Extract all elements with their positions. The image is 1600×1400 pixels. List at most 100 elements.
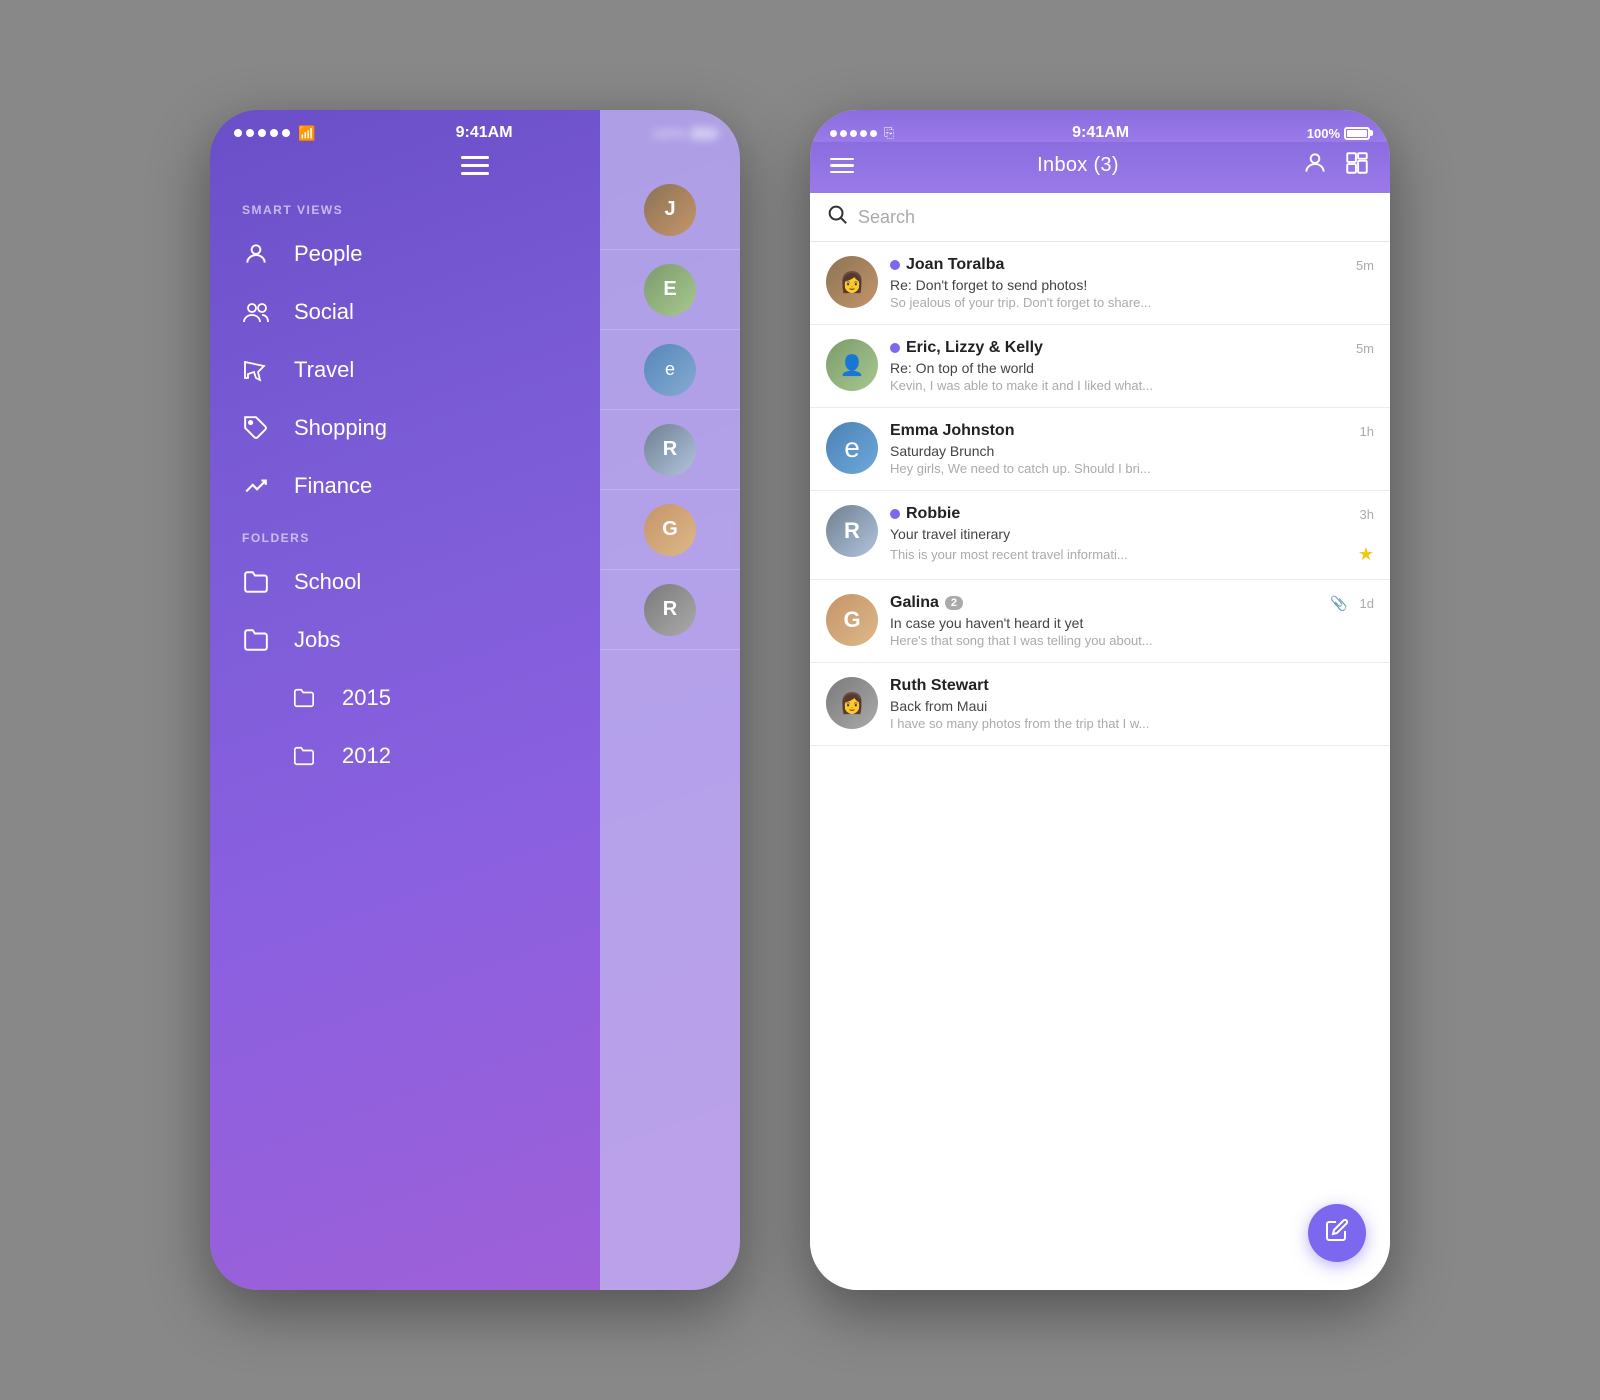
preview-avatar-5: G xyxy=(600,490,740,570)
star-icon-robbie: ★ xyxy=(1358,544,1374,565)
left-time: 9:41AM xyxy=(456,124,513,142)
email-item-joan[interactable]: 👩 Joan Toralba 5m Re: Don't forget to se… xyxy=(810,242,1390,325)
folder-school-icon xyxy=(242,569,270,595)
sender-row-eric: Eric, Lizzy & Kelly xyxy=(890,339,1043,357)
email-content-emma: Emma Johnston 1h Saturday Brunch Hey gir… xyxy=(890,422,1374,476)
galina-sender-row: Galina 2 xyxy=(890,594,963,612)
profile-icon[interactable] xyxy=(1302,150,1328,181)
sender-emma: Emma Johnston xyxy=(890,422,1014,440)
time-robbie: 3h xyxy=(1360,507,1374,522)
email-item-ruth[interactable]: 👩 Ruth Stewart Back from Maui I have so … xyxy=(810,663,1390,746)
inbox-panel-preview: J E e R G R xyxy=(600,110,740,1290)
preview-avatar-robbie: R xyxy=(644,424,696,476)
time-emma: 1h xyxy=(1360,424,1374,439)
email-item-emma[interactable]: e Emma Johnston 1h Saturday Brunch Hey g… xyxy=(810,408,1390,491)
email-item-robbie[interactable]: R Robbie 3h Your travel itinerary This i… xyxy=(810,491,1390,580)
tag-icon xyxy=(242,415,270,441)
sidebar-people-label: People xyxy=(294,241,363,267)
right-status-bar: ⎘ 9:41AM 100% xyxy=(810,110,1390,142)
paperclip-icon-galina: 📎 xyxy=(1330,595,1347,612)
dot1 xyxy=(830,130,837,137)
email-item-galina[interactable]: G Galina 2 📎 1d In case yo xyxy=(810,580,1390,663)
sidebar-shopping-label: Shopping xyxy=(294,415,387,441)
compose-button[interactable] xyxy=(1308,1204,1366,1262)
folder-jobs-icon xyxy=(242,627,270,653)
preview-avatar-3: e xyxy=(600,330,740,410)
email-content-galina: Galina 2 📎 1d In case you haven't heard … xyxy=(890,594,1374,648)
sidebar-2012-label: 2012 xyxy=(342,743,391,769)
email-list: 👩 Joan Toralba 5m Re: Don't forget to se… xyxy=(810,242,1390,1290)
right-hamburger-button[interactable] xyxy=(830,158,854,174)
preview-galina: Here's that song that I was telling you … xyxy=(890,633,1374,648)
right-ham-line3 xyxy=(830,171,854,174)
layout-icon[interactable] xyxy=(1344,150,1370,181)
header-icons xyxy=(1302,150,1370,181)
subject-ruth: Back from Maui xyxy=(890,698,1374,714)
sender-robbie: Robbie xyxy=(906,505,960,523)
folder-2012-icon xyxy=(290,745,318,767)
email-content-robbie: Robbie 3h Your travel itinerary This is … xyxy=(890,505,1374,565)
wifi-icon: 📶 xyxy=(298,125,315,142)
dot5 xyxy=(870,130,877,137)
sidebar-jobs-label: Jobs xyxy=(294,627,340,653)
preview-robbie: This is your most recent travel informat… xyxy=(890,547,1128,562)
galina-time-row: 📎 1d xyxy=(1330,595,1374,612)
chart-icon xyxy=(242,473,270,499)
sender-row-robbie: Robbie xyxy=(890,505,960,523)
preview-emma: Hey girls, We need to catch up. Should I… xyxy=(890,461,1374,476)
robbie-bottom-row: This is your most recent travel informat… xyxy=(890,544,1374,565)
sender-ruth: Ruth Stewart xyxy=(890,677,989,695)
count-badge-galina: 2 xyxy=(945,596,963,610)
email-content-joan: Joan Toralba 5m Re: Don't forget to send… xyxy=(890,256,1374,310)
group-icon xyxy=(242,300,270,324)
sender-eric: Eric, Lizzy & Kelly xyxy=(906,339,1043,357)
sidebar-travel-label: Travel xyxy=(294,357,354,383)
time-eric: 5m xyxy=(1356,341,1374,356)
hamburger-line-2 xyxy=(461,164,489,167)
preview-avatar-4: R xyxy=(600,410,740,490)
preview-avatar-6: R xyxy=(600,570,740,650)
sidebar-finance-label: Finance xyxy=(294,473,372,499)
subject-robbie: Your travel itinerary xyxy=(890,526,1374,542)
preview-avatar-galina: G xyxy=(644,504,696,556)
right-battery: 100% xyxy=(1307,126,1370,141)
signal-dots: 📶 xyxy=(234,125,315,142)
preview-avatar-2: E xyxy=(600,250,740,330)
right-ham-line1 xyxy=(830,158,854,161)
subject-joan: Re: Don't forget to send photos! xyxy=(890,277,1374,293)
email-top-eric: Eric, Lizzy & Kelly 5m xyxy=(890,339,1374,357)
dot4 xyxy=(860,130,867,137)
avatar-joan: 👩 xyxy=(826,256,878,308)
preview-avatar-eric: E xyxy=(644,264,696,316)
right-signal: ⎘ xyxy=(830,125,894,141)
search-input[interactable]: Search xyxy=(858,207,1374,228)
header-top-row: Inbox (3) xyxy=(830,150,1370,181)
avatar-eric: 👤 xyxy=(826,339,878,391)
dot3 xyxy=(850,130,857,137)
right-phone: ⎘ 9:41AM 100% Inbo xyxy=(810,110,1390,1290)
time-galina: 1d xyxy=(1360,596,1374,611)
sender-row-joan: Joan Toralba xyxy=(890,256,1004,274)
preview-eric: Kevin, I was able to make it and I liked… xyxy=(890,378,1374,393)
right-wifi-icon: ⎘ xyxy=(884,125,894,141)
avatar-emma: e xyxy=(826,422,878,474)
person-icon xyxy=(242,241,270,267)
preview-avatar-joan: J xyxy=(644,184,696,236)
hamburger-button[interactable] xyxy=(461,156,489,175)
unread-dot-eric xyxy=(890,343,900,353)
sidebar-social-label: Social xyxy=(294,299,354,325)
right-ham-line2 xyxy=(830,164,854,167)
right-battery-label: 100% xyxy=(1307,126,1340,141)
unread-dot-joan xyxy=(890,260,900,270)
email-top-ruth: Ruth Stewart xyxy=(890,677,1374,695)
avatar-galina: G xyxy=(826,594,878,646)
preview-ruth: I have so many photos from the trip that… xyxy=(890,716,1374,731)
sender-galina: Galina xyxy=(890,594,939,612)
email-item-eric[interactable]: 👤 Eric, Lizzy & Kelly 5m Re: On top of t… xyxy=(810,325,1390,408)
search-icon xyxy=(826,203,848,231)
email-top-galina: Galina 2 📎 1d xyxy=(890,594,1374,612)
subject-galina: In case you haven't heard it yet xyxy=(890,615,1374,631)
sender-joan: Joan Toralba xyxy=(906,256,1004,274)
hamburger-line-3 xyxy=(461,172,489,175)
search-bar[interactable]: Search xyxy=(810,193,1390,242)
